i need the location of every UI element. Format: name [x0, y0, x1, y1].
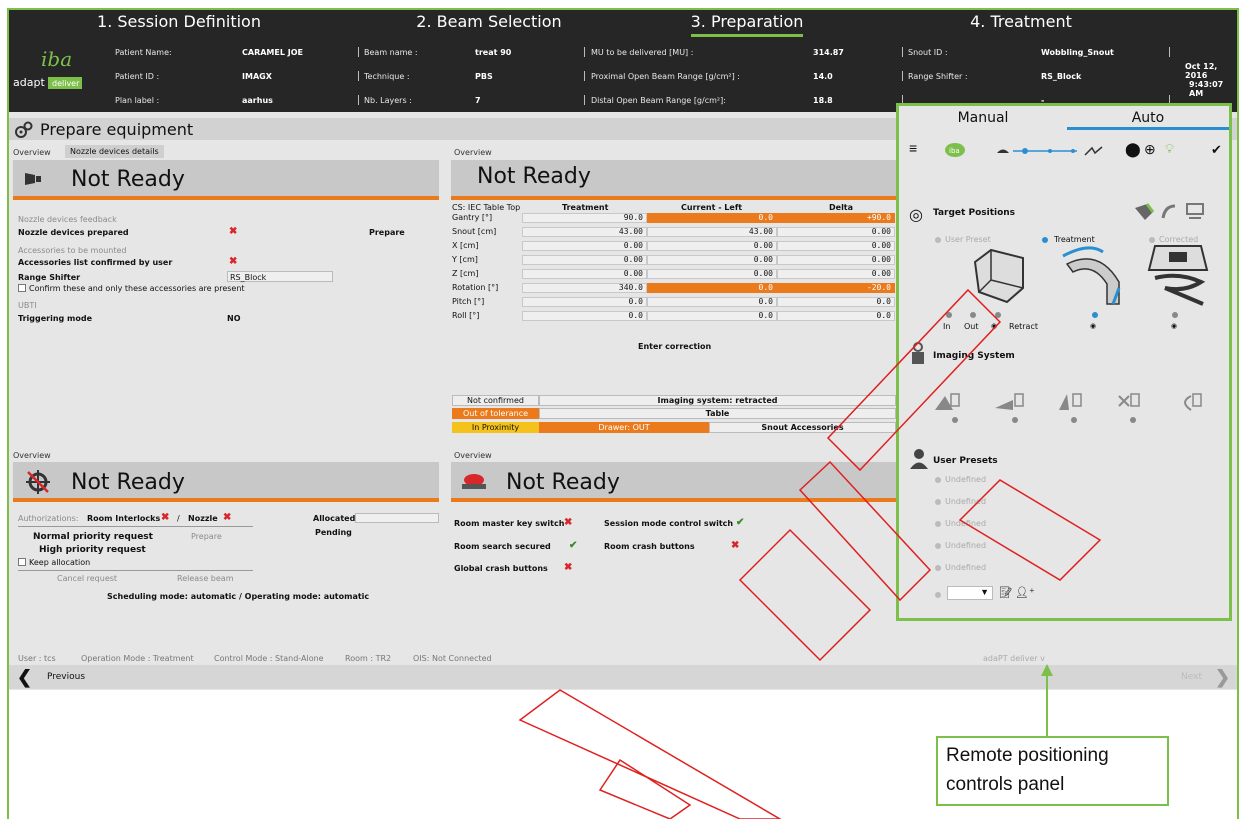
callout-line-1: Remote positioning [946, 745, 1109, 766]
callout-label: Remote positioning controls panel [936, 736, 1169, 806]
annotation-overlay [518, 288, 1102, 819]
callout-line-2: controls panel [946, 774, 1065, 795]
